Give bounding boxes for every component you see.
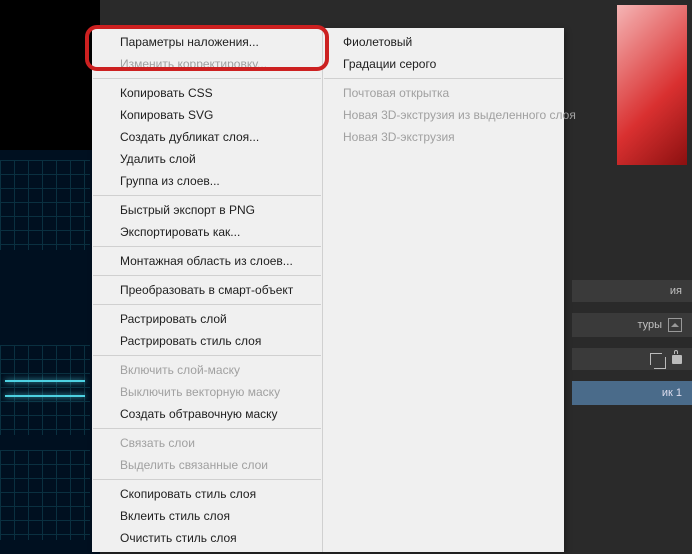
layer-context-menu: Параметры наложения...Изменить корректир… bbox=[92, 28, 564, 552]
main-menu-item-26[interactable]: Скопировать стиль слоя bbox=[92, 483, 322, 505]
main-menu-separator bbox=[93, 195, 321, 196]
main-menu-item-21[interactable]: Создать обтравочную маску bbox=[92, 403, 322, 425]
main-menu-separator bbox=[93, 246, 321, 247]
panel-toolbar[interactable] bbox=[572, 348, 692, 371]
main-menu-item-28[interactable]: Очистить стиль слоя bbox=[92, 527, 322, 549]
lock-icon[interactable] bbox=[672, 355, 682, 364]
sub-menu-item-3: Почтовая открытка bbox=[323, 82, 564, 104]
main-menu-item-27[interactable]: Вклеить стиль слоя bbox=[92, 505, 322, 527]
main-menu-item-24: Выделить связанные слои bbox=[92, 454, 322, 476]
image-icon bbox=[668, 318, 682, 332]
main-menu-separator bbox=[93, 304, 321, 305]
panel-tab-1[interactable]: ия bbox=[572, 280, 692, 303]
main-menu-item-4[interactable]: Копировать SVG bbox=[92, 104, 322, 126]
layer-name: ик 1 bbox=[662, 387, 682, 399]
main-menu-item-16[interactable]: Растрировать слой bbox=[92, 308, 322, 330]
main-menu-item-20: Выключить векторную маску bbox=[92, 381, 322, 403]
main-menu-separator bbox=[93, 275, 321, 276]
main-menu-item-6[interactable]: Удалить слой bbox=[92, 148, 322, 170]
main-menu-item-3[interactable]: Копировать CSS bbox=[92, 82, 322, 104]
main-menu-item-12[interactable]: Монтажная область из слоев... bbox=[92, 250, 322, 272]
right-panels: ия туры ик 1 bbox=[572, 280, 692, 405]
main-menu-item-7[interactable]: Группа из слоев... bbox=[92, 170, 322, 192]
main-menu-item-10[interactable]: Экспортировать как... bbox=[92, 221, 322, 243]
layer-row[interactable]: ик 1 bbox=[572, 381, 692, 405]
main-menu-item-14[interactable]: Преобразовать в смарт-объект bbox=[92, 279, 322, 301]
main-menu-item-9[interactable]: Быстрый экспорт в PNG bbox=[92, 199, 322, 221]
main-menu-item-17[interactable]: Растрировать стиль слоя bbox=[92, 330, 322, 352]
sub-menu-separator bbox=[324, 78, 563, 79]
color-gradient-panel[interactable] bbox=[617, 5, 687, 165]
main-menu-item-23: Связать слои bbox=[92, 432, 322, 454]
context-menu-main-column: Параметры наложения...Изменить корректир… bbox=[92, 28, 322, 552]
main-menu-item-1: Изменить корректировку... bbox=[92, 53, 322, 75]
main-menu-item-0[interactable]: Параметры наложения... bbox=[92, 31, 322, 53]
panel-tab-1-label: ия bbox=[670, 285, 682, 297]
sub-menu-item-0[interactable]: Фиолетовый bbox=[323, 31, 564, 53]
panel-tab-2-label: туры bbox=[637, 319, 662, 331]
panel-tab-2[interactable]: туры bbox=[572, 313, 692, 338]
main-menu-item-5[interactable]: Создать дубликат слоя... bbox=[92, 126, 322, 148]
main-menu-separator bbox=[93, 428, 321, 429]
sub-menu-item-4: Новая 3D-экструзия из выделенного слоя bbox=[323, 104, 564, 126]
sub-menu-item-1[interactable]: Градации серого bbox=[323, 53, 564, 75]
main-menu-separator bbox=[93, 78, 321, 79]
main-menu-separator bbox=[93, 355, 321, 356]
canvas-area bbox=[0, 0, 100, 554]
sub-menu-item-5: Новая 3D-экструзия bbox=[323, 126, 564, 148]
main-menu-item-19: Включить слой-маску bbox=[92, 359, 322, 381]
crop-icon[interactable] bbox=[650, 353, 662, 365]
main-menu-separator bbox=[93, 479, 321, 480]
context-menu-sub-column: ФиолетовыйГрадации серого Почтовая открыт… bbox=[322, 28, 564, 552]
